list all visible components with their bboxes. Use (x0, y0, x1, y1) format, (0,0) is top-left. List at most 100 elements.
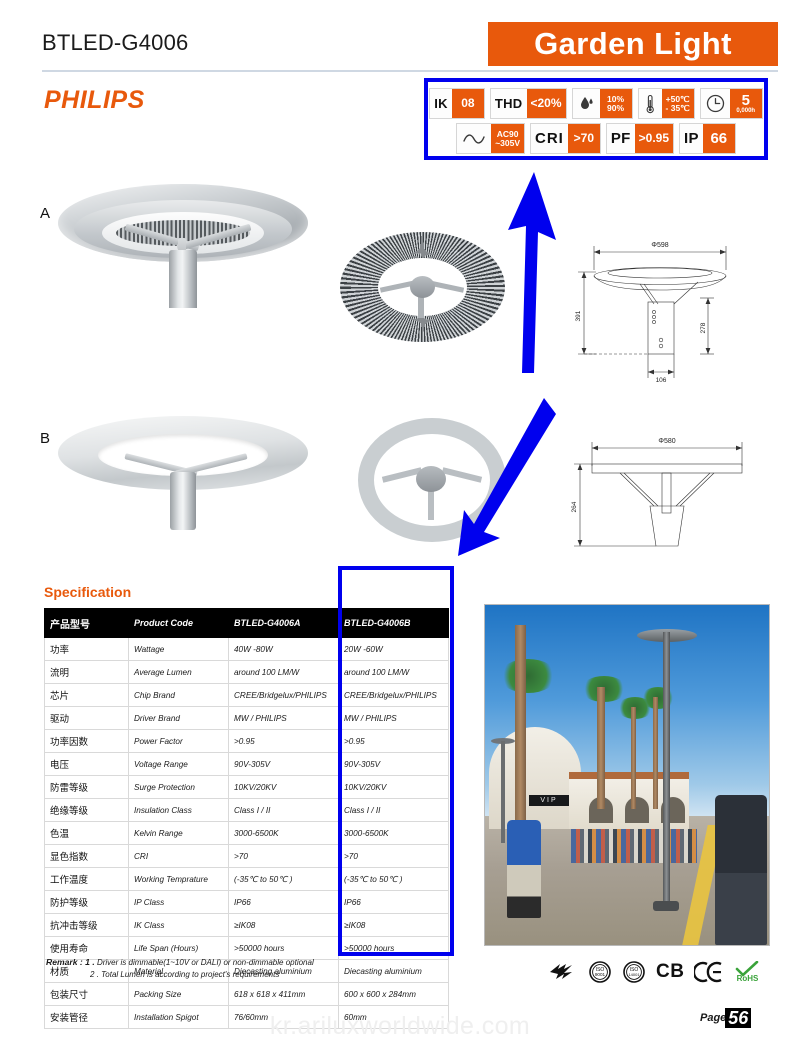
table-cell-cn: 色温 (44, 821, 129, 845)
table-row: 色温 Kelvin Range 3000-6500K 3000-6500K (44, 821, 449, 845)
table-row: 电压 Voltage Range 90V-305V 90V-305V (44, 752, 449, 776)
badge-ik-label: IK (430, 89, 452, 118)
column-header-model-b: BTLED-G4006B (338, 608, 449, 638)
table-cell-a: around 100 LM/W (228, 660, 339, 684)
table-cell-cn: 电压 (44, 752, 129, 776)
badge-voltage-value: AC90 ~305V (491, 124, 525, 153)
badge-ik-value: 08 (451, 89, 484, 118)
table-cell-en: Driver Brand (128, 706, 229, 730)
table-cell-b: >70 (338, 844, 449, 868)
badge-thd-label: THD (490, 89, 527, 118)
table-cell-a: (-35℃ to 50℃ ) (228, 867, 339, 891)
table-cell-cn: 芯片 (44, 683, 129, 707)
photo-vip-sign: VIP (529, 795, 569, 807)
drawing-a-diameter-label: Φ598 (651, 242, 668, 249)
page-header: BTLED-G4006 Garden Light (0, 0, 800, 78)
table-cell-cn: 驱动 (44, 706, 129, 730)
drawing-a-body-height-label: 278 (700, 322, 707, 333)
page-label: Page (700, 1012, 727, 1024)
photo-installed-lamp-base (653, 901, 679, 911)
table-cell-a: 40W -80W (228, 637, 339, 661)
iso-14001-icon: ISO 14001 (622, 960, 646, 984)
table-cell-cn: 防雷等级 (44, 775, 129, 799)
column-header-model-a: BTLED-G4006A (228, 608, 339, 638)
iso-9001-icon: ISO 9001 (588, 960, 612, 984)
product-render-a-heatsink-ring (340, 232, 505, 342)
category-banner: Garden Light (488, 22, 778, 66)
table-cell-a: 10KV/20KV (228, 775, 339, 799)
table-cell-b: 90V-305V (338, 752, 449, 776)
water-drop-icon (572, 89, 600, 118)
cb-mark: CB (656, 961, 685, 982)
photo-palm-trunk (631, 707, 636, 809)
photo-palm-trunk (653, 696, 658, 809)
remark-note: Remark : 1 . Driver is dimmable(1~10V or… (46, 956, 314, 982)
table-row: 驱动 Driver Brand MW / PHILIPS MW / PHILIPS (44, 706, 449, 730)
table-cell-en: Kelvin Range (128, 821, 229, 845)
table-cell-en: Surge Protection (128, 775, 229, 799)
badge-temperature-value: +50℃ - 35℃ (661, 89, 694, 118)
specification-heading: Specification (44, 584, 132, 600)
badge-pf: PF >0.95 (605, 123, 675, 154)
badge-thd-value: <20% (526, 89, 566, 118)
table-cell-en: Power Factor (128, 729, 229, 753)
badge-lifespan-value: 5 0,000h (729, 89, 762, 118)
table-cell-cn: 流明 (44, 660, 129, 684)
remark-line-2: 2 . Total Lumen is according to project'… (90, 970, 280, 980)
page-number: 56 (725, 1008, 752, 1028)
table-cell-en: IK Class (128, 913, 229, 937)
drawing-b-height-label: 264 (571, 501, 578, 512)
technical-drawing-a: Φ598 391 278 106 (562, 232, 778, 387)
table-cell-b: CREE/Bridgelux/PHILIPS (338, 683, 449, 707)
table-cell-b: 20W -60W (338, 637, 449, 661)
table-cell-b: 600 x 600 x 284mm (338, 982, 449, 1006)
category-title: Garden Light (534, 26, 732, 61)
rohs-label: RoHS (736, 974, 759, 983)
photo-palm-trunk (515, 625, 526, 837)
spec-badge-panel: IK 08 THD <20% 10% 90% +50℃ - 35℃ 5 0,00… (424, 78, 768, 160)
photo-installed-lamp-pole (663, 632, 670, 905)
table-cell-cn: 包装尺寸 (44, 982, 129, 1006)
thermometer-icon (638, 89, 662, 118)
table-cell-a: IP66 (228, 890, 339, 914)
table-cell-en: Working Temprature (128, 867, 229, 891)
table-row: 功率 Wattage 40W -80W 20W -60W (44, 637, 449, 661)
table-row: 工作温度 Working Temprature (-35℃ to 50℃ ) (-35… (44, 867, 449, 891)
table-cell-en: Wattage (128, 637, 229, 661)
badge-humidity: 10% 90% (571, 88, 633, 119)
page-footer: Page 56 (700, 1008, 752, 1028)
remark-title: Remark : 1 . (46, 957, 95, 967)
column-header-model-cn: 产品型号 (44, 608, 129, 638)
table-cell-cn: 绝缘等级 (44, 798, 129, 822)
badge-cri-label: CRI (531, 124, 568, 153)
application-photo: VIP (484, 604, 770, 946)
rohs-mark: RoHS (734, 961, 760, 983)
table-cell-b: 10KV/20KV (338, 775, 449, 799)
photo-crowd (571, 829, 697, 864)
remark-line-1: Driver is dimmable(1~10V or DALI) or non… (94, 958, 314, 967)
table-cell-en: Average Lumen (128, 660, 229, 684)
table-cell-en: Packing Size (128, 982, 229, 1006)
table-cell-a: 90V-305V (228, 752, 339, 776)
page-title: BTLED-G4006 (42, 30, 189, 55)
table-cell-cn: 防护等级 (44, 890, 129, 914)
table-cell-en: Insulation Class (128, 798, 229, 822)
technical-drawing-b: Φ580 264 (562, 414, 778, 569)
badge-lifespan: 5 0,000h (699, 88, 763, 119)
ac-wave-icon (457, 124, 492, 153)
product-render-a-perspective (58, 178, 308, 308)
table-cell-en: Installation Spigot (128, 1005, 229, 1029)
table-row: 防护等级 IP Class IP66 IP66 (44, 890, 449, 914)
product-label-b: B (40, 430, 51, 447)
table-cell-a: Class I / II (228, 798, 339, 822)
badge-voltage-max: ~305V (495, 137, 521, 148)
table-cell-b: Class I / II (338, 798, 449, 822)
badge-lifespan-number: 5 (741, 92, 750, 109)
photo-pedestrian (507, 819, 541, 918)
badge-lifespan-unit: 0,000h (736, 108, 756, 114)
table-cell-en: Chip Brand (128, 683, 229, 707)
badge-temperature: +50℃ - 35℃ (637, 88, 695, 119)
photo-roof (569, 771, 689, 779)
arrow-up-icon (500, 168, 560, 383)
table-row: 抗冲击等级 IK Class ≥IK08 ≥IK08 (44, 913, 449, 937)
